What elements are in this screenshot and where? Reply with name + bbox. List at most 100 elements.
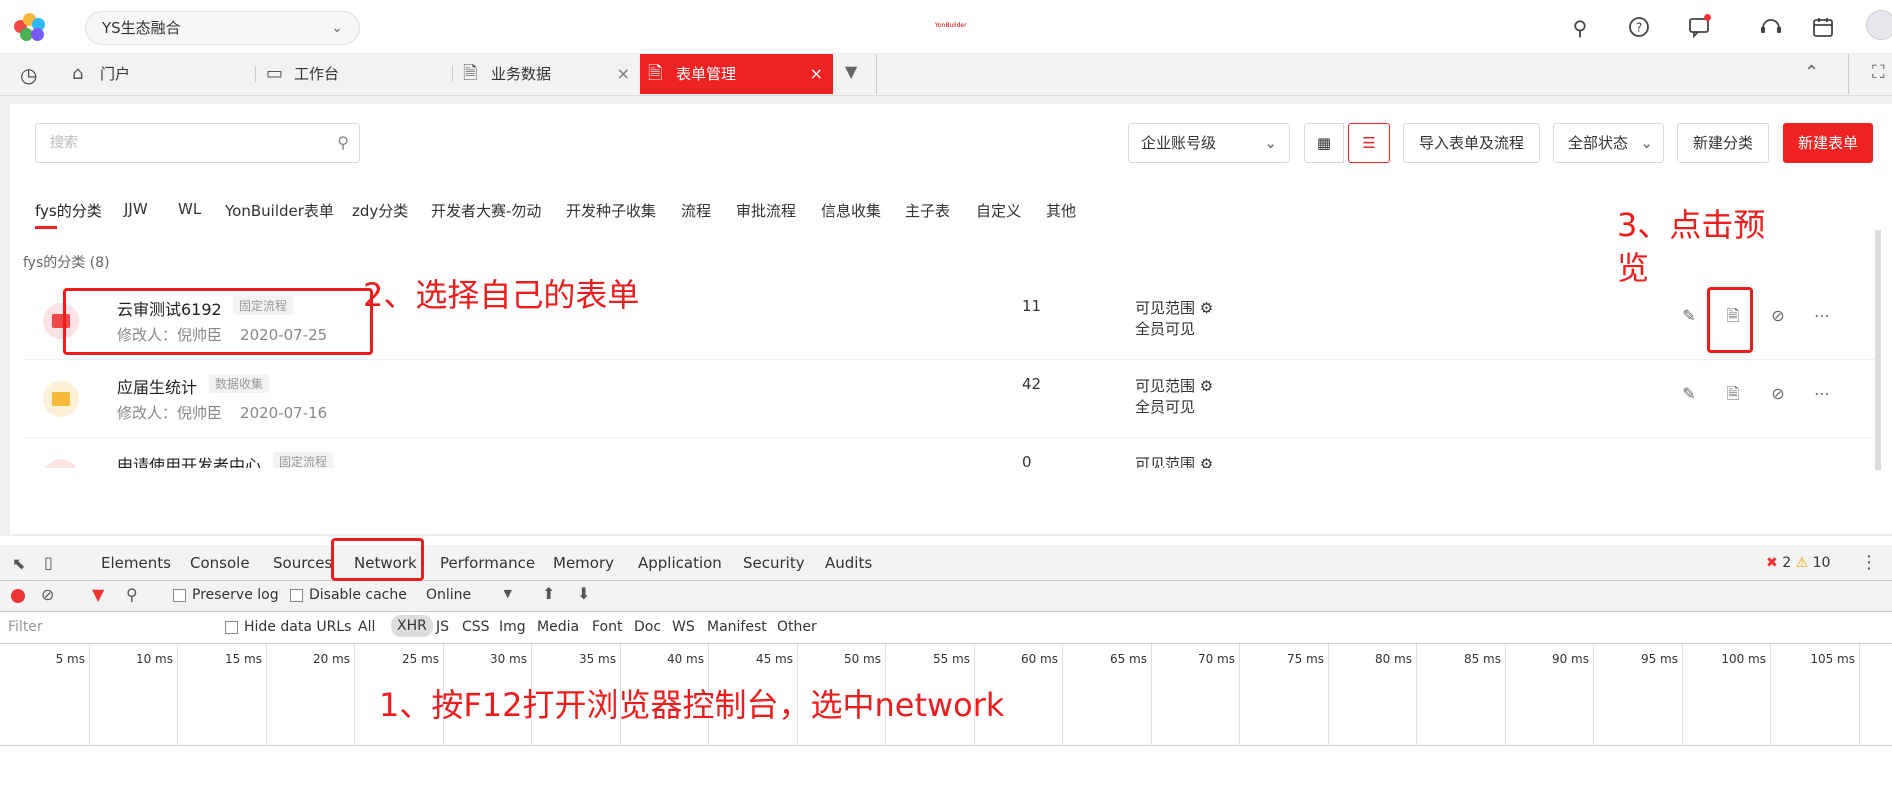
devtools-tab-memory[interactable]: Memory	[553, 545, 614, 581]
search-icon[interactable]: ⚲	[1568, 16, 1592, 40]
devtools-tab-audits[interactable]: Audits	[825, 545, 872, 581]
form-tag: 固定流程	[273, 452, 334, 468]
message-icon[interactable]	[1687, 14, 1711, 40]
close-icon[interactable]: ×	[617, 54, 630, 94]
timeline-tick-label: 90 ms	[1551, 652, 1589, 666]
fullscreen-icon[interactable]: ⛶	[1872, 62, 1885, 83]
org-selector[interactable]: YS生态融合 ⌄	[85, 11, 360, 45]
tab-form-management[interactable]: 🗎 表单管理 ×	[640, 54, 833, 94]
avatar[interactable]	[1866, 10, 1892, 40]
timeline-tick-label: 5 ms	[55, 652, 85, 666]
filter-type-img[interactable]: Img	[499, 619, 526, 635]
filter-type-js[interactable]: JS	[436, 619, 449, 635]
device-toolbar-icon[interactable]: ▯	[44, 553, 53, 572]
category-tab[interactable]: 开发者大赛-勿动	[431, 200, 541, 221]
devtools-tab-application[interactable]: Application	[638, 545, 722, 581]
tab-business-data[interactable]: 🗎 业务数据 ×	[455, 54, 640, 94]
category-tab[interactable]: 流程	[681, 200, 711, 221]
category-tab[interactable]: JJW	[124, 200, 148, 218]
filter-type-doc[interactable]: Doc	[634, 619, 661, 635]
search-input[interactable]: 搜索 ⚲	[35, 123, 360, 163]
upload-icon[interactable]: ⬆	[542, 584, 555, 603]
devtools-tab-elements[interactable]: Elements	[101, 545, 171, 581]
inspect-icon[interactable]: ⬉	[12, 554, 25, 573]
settings-icon: ⚙	[1199, 377, 1214, 395]
search-icon[interactable]: ⚲	[337, 124, 349, 162]
filter-type-css[interactable]: CSS	[462, 619, 490, 635]
more-vertical-icon[interactable]: ⋮	[1860, 552, 1878, 573]
filter-type-xhr[interactable]: XHR	[391, 615, 433, 637]
filter-input[interactable]: Filter	[4, 616, 209, 639]
category-tab[interactable]: 信息收集	[821, 200, 881, 221]
search-icon[interactable]: ⚲	[126, 585, 138, 604]
category-tab[interactable]: fys的分类	[35, 200, 102, 221]
form-type-icon	[43, 381, 79, 417]
filter-type-ws[interactable]: WS	[672, 619, 695, 635]
preserve-log-checkbox[interactable]: Preserve log	[173, 587, 279, 603]
filter-type-manifest[interactable]: Manifest	[707, 619, 767, 635]
timeline-tick-label: 35 ms	[578, 652, 616, 666]
svg-text:?: ?	[1636, 21, 1642, 35]
tab-divider	[452, 66, 453, 82]
category-tab[interactable]: 主子表	[905, 200, 950, 221]
more-icon[interactable]: ⋯	[1810, 382, 1834, 406]
category-tab[interactable]: YonBuilder表单	[225, 200, 334, 221]
category-tab[interactable]: zdy分类	[352, 200, 408, 221]
tab-divider	[1848, 54, 1849, 94]
category-tab[interactable]: 审批流程	[736, 200, 796, 221]
more-icon[interactable]: ⋯	[1810, 304, 1834, 328]
support-icon[interactable]	[1759, 16, 1783, 40]
throttle-select[interactable]: Online ▼	[426, 587, 512, 603]
tab-label: 表单管理	[676, 65, 737, 83]
status-select[interactable]: 全部状态 ⌄	[1553, 123, 1664, 163]
disable-icon[interactable]: ⊘	[1766, 304, 1790, 328]
status-select-value: 全部状态	[1568, 134, 1629, 152]
disable-cache-checkbox[interactable]: Disable cache	[290, 587, 407, 603]
timeline-tick-label: 40 ms	[666, 652, 704, 666]
form-row[interactable]: 应届生统计 数据收集 修改人：倪帅臣 2020-07-16 42 可见范围 ⚙ 全…	[23, 360, 1875, 438]
app-logo-icon[interactable]	[14, 13, 46, 41]
new-category-button[interactable]: 新建分类	[1677, 123, 1769, 163]
category-tab[interactable]: WL	[178, 200, 201, 218]
devtools-tab-sources[interactable]: Sources	[273, 545, 332, 581]
filter-type-other[interactable]: Other	[777, 619, 817, 635]
filter-type-font[interactable]: Font	[592, 619, 622, 635]
close-icon[interactable]: ×	[810, 54, 823, 94]
document-icon: 🗎	[648, 63, 663, 84]
issues-counter[interactable]: ✖ 2 ⚠ 10	[1766, 555, 1830, 571]
timeline-gridline	[89, 644, 90, 746]
clear-icon[interactable]: ⊘	[41, 585, 54, 604]
tab-workbench[interactable]: ▭ 工作台	[258, 54, 448, 94]
hide-data-urls-checkbox[interactable]: Hide data URLs	[225, 619, 351, 635]
filter-type-media[interactable]: Media	[537, 619, 579, 635]
level-select[interactable]: 企业账号级 ⌄	[1128, 123, 1290, 163]
chevron-up-icon[interactable]: ⌃	[1804, 62, 1819, 83]
devtools-tab-console[interactable]: Console	[190, 545, 250, 581]
grid-view-button[interactable]: ▦	[1304, 123, 1344, 163]
list-scrollbar[interactable]	[1875, 230, 1881, 470]
tab-dropdown-icon[interactable]: ▼	[845, 62, 857, 81]
filter-icon[interactable]: ▼	[92, 585, 104, 604]
calendar-icon[interactable]	[1811, 16, 1835, 40]
edit-icon[interactable]: ✎	[1677, 304, 1701, 328]
new-form-button[interactable]: 新建表单	[1783, 123, 1873, 163]
import-button[interactable]: 导入表单及流程	[1403, 123, 1540, 163]
settings-icon: ⚙	[1199, 455, 1214, 468]
category-tab[interactable]: 自定义	[976, 200, 1021, 221]
devtools-tab-security[interactable]: Security	[743, 545, 805, 581]
help-icon[interactable]: ?	[1627, 16, 1651, 40]
preview-icon[interactable]: 🗎	[1721, 382, 1745, 406]
download-icon[interactable]: ⬇	[577, 584, 590, 603]
category-tab[interactable]: 开发种子收集	[566, 200, 656, 221]
record-icon[interactable]	[11, 589, 25, 603]
brand-logo: YonBuilder	[935, 22, 967, 29]
form-row[interactable]: 申请使用开发者中心 固定流程 0 可见范围 ⚙	[23, 438, 1875, 468]
tab-portal[interactable]: ⌂ 门户	[64, 54, 254, 94]
edit-icon[interactable]: ✎	[1677, 382, 1701, 406]
list-view-button[interactable]: ☰	[1348, 123, 1390, 163]
devtools-tab-performance[interactable]: Performance	[440, 545, 535, 581]
category-tab[interactable]: 其他	[1046, 200, 1076, 221]
disable-icon[interactable]: ⊘	[1766, 382, 1790, 406]
filter-type-all[interactable]: All	[358, 619, 375, 635]
history-icon[interactable]: ◷	[20, 63, 37, 87]
